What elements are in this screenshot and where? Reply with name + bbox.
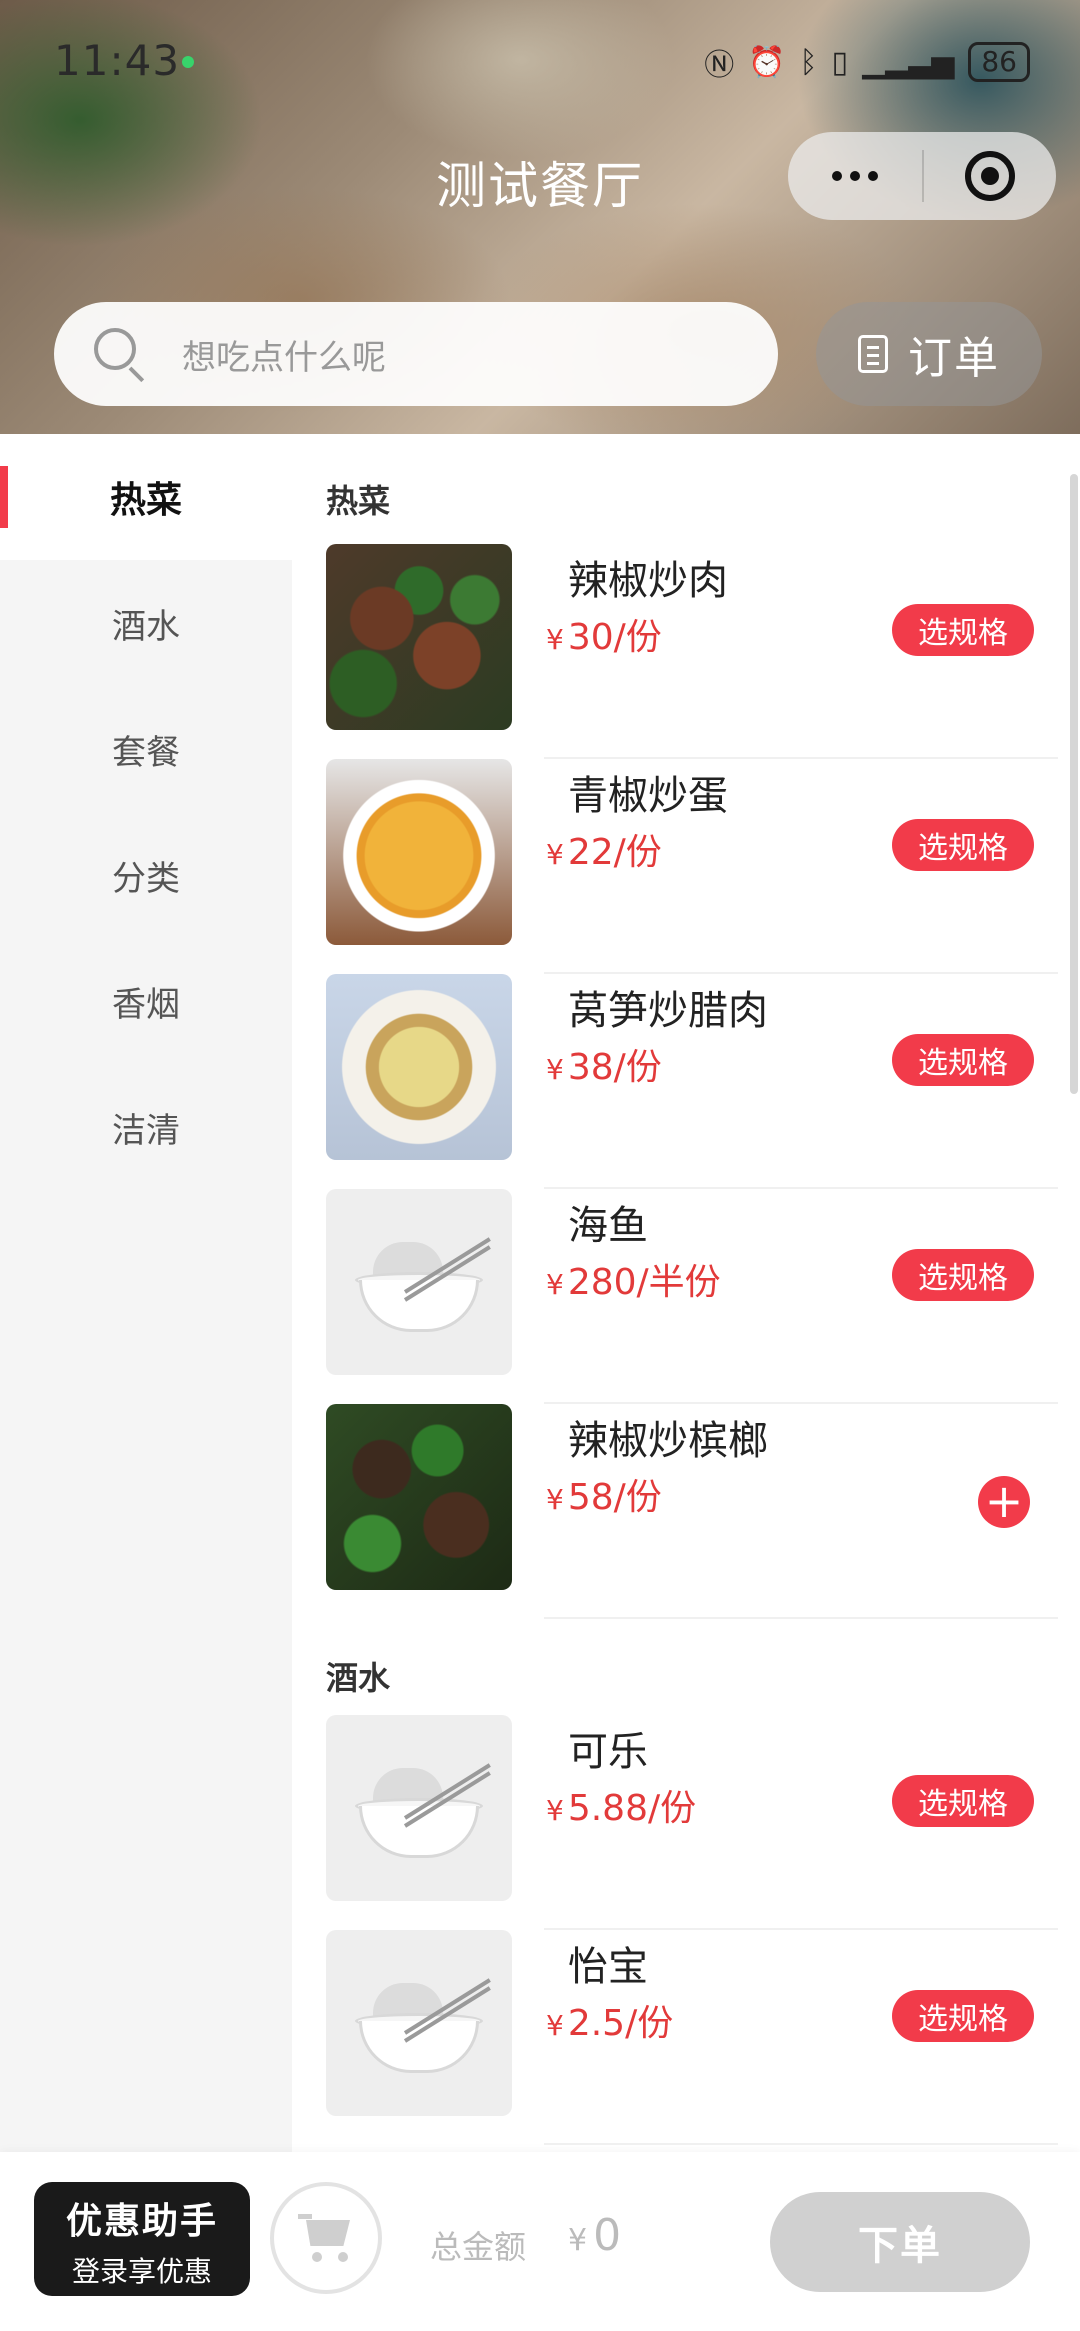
alarm-icon: ⏰ — [748, 44, 786, 80]
menu-item[interactable]: 辣椒炒肉 ¥30/份 选规格 — [292, 544, 1080, 759]
category-label: 酒水 — [112, 606, 180, 647]
menu-item[interactable]: 怡宝 ¥2.5/份 选规格 — [292, 1930, 1080, 2145]
menu-item[interactable]: 海鱼 ¥280/半份 选规格 — [292, 1189, 1080, 1404]
dish-placeholder-icon[interactable] — [326, 1715, 512, 1901]
cart-icon — [298, 2214, 354, 2262]
category-sidebar: 热菜 酒水 套餐 分类 香烟 洁清 — [0, 434, 292, 2152]
order-button[interactable]: 订单 — [816, 302, 1042, 406]
divider — [544, 1617, 1058, 1619]
search-icon — [94, 328, 146, 383]
dish-image[interactable] — [326, 974, 512, 1160]
section-title: 酒水 — [326, 1659, 391, 1697]
category-classify[interactable]: 分类 — [0, 812, 292, 938]
category-set-meals[interactable]: 套餐 — [0, 686, 292, 812]
cart-button[interactable] — [270, 2182, 382, 2294]
category-label: 分类 — [112, 858, 180, 899]
order-button-label: 订单 — [908, 333, 1000, 384]
dish-price: ¥5.88/份 — [546, 1788, 697, 1829]
promo-assistant-button[interactable]: 优惠助手 登录享优惠 — [34, 2182, 250, 2296]
nfc-icon: Ⓝ — [704, 48, 735, 83]
category-hot-dishes[interactable]: 热菜 — [0, 434, 292, 560]
select-spec-button[interactable]: 选规格 — [892, 1990, 1034, 2042]
dish-price: ¥22/份 — [546, 832, 662, 873]
category-label: 香烟 — [112, 984, 180, 1025]
category-drinks[interactable]: 酒水 — [0, 560, 292, 686]
category-label: 洁清 — [112, 1110, 180, 1151]
status-time: 11:43 — [54, 36, 181, 85]
bluetooth-icon: ᛒ — [799, 44, 818, 80]
menu-list[interactable]: 热菜 辣椒炒肉 ¥30/份 选规格 青椒炒蛋 ¥22/份 选规格 莴笋炒腊肉 ¥… — [292, 434, 1080, 2152]
menu-item[interactable]: 辣椒炒槟榔 ¥58/份 + — [292, 1404, 1080, 1619]
dish-image[interactable] — [326, 759, 512, 945]
dish-name: 怡宝 — [568, 1944, 648, 1990]
dish-name: 辣椒炒肉 — [568, 558, 728, 604]
promo-title: 优惠助手 — [65, 2201, 218, 2242]
dish-name: 莴笋炒腊肉 — [568, 988, 768, 1034]
dish-price: ¥280/半份 — [546, 1262, 721, 1303]
menu-item[interactable]: 可乐 ¥5.88/份 选规格 — [292, 1715, 1080, 1930]
dish-name: 青椒炒蛋 — [568, 773, 728, 819]
order-document-icon — [858, 335, 888, 373]
dish-price: ¥38/份 — [546, 1047, 662, 1088]
vibrate-icon: ▯ — [831, 44, 849, 80]
dish-price: ¥58/份 — [546, 1477, 662, 1518]
select-spec-button[interactable]: 选规格 — [892, 819, 1034, 871]
category-cleaning[interactable]: 洁清 — [0, 1064, 292, 1190]
select-spec-button[interactable]: 选规格 — [892, 1034, 1034, 1086]
menu-item[interactable]: 莴笋炒腊肉 ¥38/份 选规格 — [292, 974, 1080, 1189]
battery-icon: 86 — [968, 42, 1030, 82]
search-placeholder: 想吃点什么呢 — [182, 337, 386, 378]
dish-image[interactable] — [326, 544, 512, 730]
dish-placeholder-icon[interactable] — [326, 1189, 512, 1375]
total-label: 总金额 — [430, 2228, 527, 2266]
dish-placeholder-icon[interactable] — [326, 1930, 512, 2116]
bottom-bar: 优惠助手 登录享优惠 总金额 ¥0 下单 — [0, 2152, 1080, 2331]
select-spec-button[interactable]: 选规格 — [892, 604, 1034, 656]
close-icon[interactable] — [924, 132, 1056, 220]
section-title: 套餐 — [292, 2145, 1080, 2152]
mini-program-capsule — [788, 132, 1056, 220]
category-cigarettes[interactable]: 香烟 — [0, 938, 292, 1064]
dish-name: 辣椒炒槟榔 — [568, 1418, 768, 1464]
promo-subtitle: 登录享优惠 — [71, 2255, 212, 2288]
total-amount: ¥0 — [568, 2210, 622, 2261]
dish-name: 海鱼 — [568, 1203, 648, 1249]
header: 11:43 Ⓝ ⏰ ᛒ ▯ ▁▂▃▅ 86 测试餐厅 想吃点什么呢 订单 — [0, 0, 1080, 434]
category-label: 热菜 — [109, 480, 182, 521]
dish-price: ¥30/份 — [546, 617, 662, 658]
add-icon[interactable]: + — [978, 1476, 1030, 1528]
status-icons: Ⓝ ⏰ ᛒ ▯ ▁▂▃▅ 86 — [704, 40, 1030, 84]
dish-price: ¥2.5/份 — [546, 2003, 674, 2044]
signal-icon: ▁▂▃▅ — [862, 44, 955, 80]
category-label: 套餐 — [112, 732, 180, 773]
dish-image[interactable] — [326, 1404, 512, 1590]
dish-name: 可乐 — [568, 1729, 648, 1775]
section-title: 热菜 — [326, 482, 391, 520]
search-input[interactable]: 想吃点什么呢 — [54, 302, 778, 406]
divider — [544, 2143, 1058, 2145]
select-spec-button[interactable]: 选规格 — [892, 1775, 1034, 1827]
submit-order-button[interactable]: 下单 — [770, 2192, 1030, 2292]
indicator-dot-icon — [182, 56, 194, 68]
select-spec-button[interactable]: 选规格 — [892, 1249, 1034, 1301]
menu-item[interactable]: 青椒炒蛋 ¥22/份 选规格 — [292, 759, 1080, 974]
more-icon[interactable] — [788, 132, 922, 220]
status-bar: 11:43 Ⓝ ⏰ ᛒ ▯ ▁▂▃▅ 86 — [0, 0, 1080, 120]
